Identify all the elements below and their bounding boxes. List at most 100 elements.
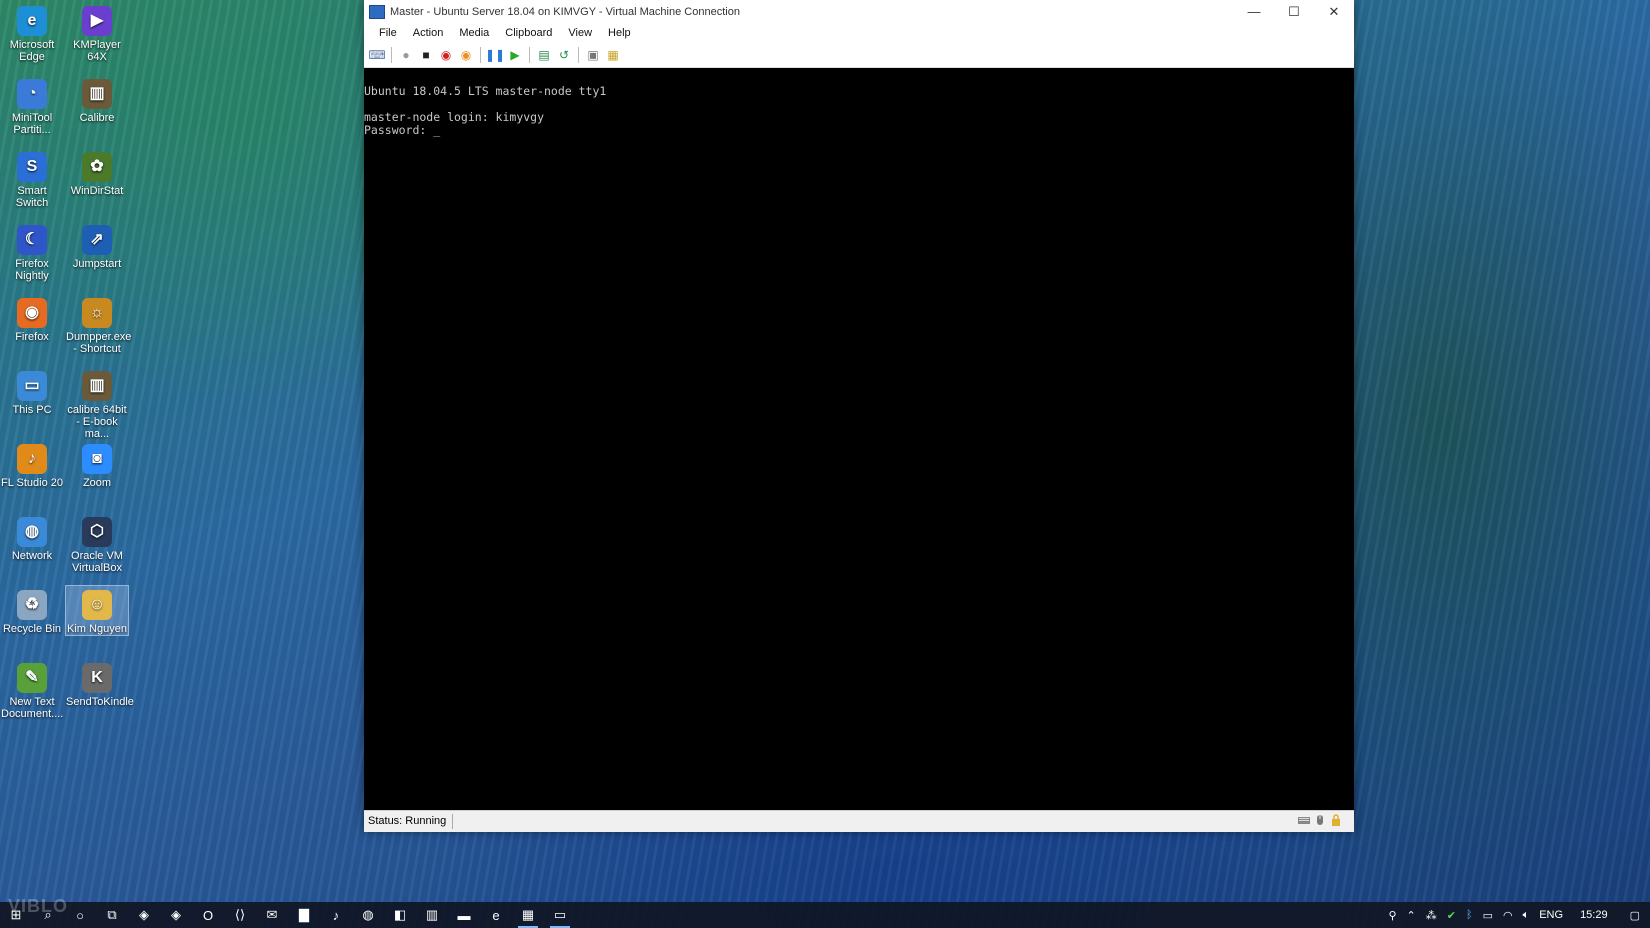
- bluetooth-icon[interactable]: ᛒ: [1461, 909, 1478, 921]
- checkpoint-icon[interactable]: ▤: [535, 46, 553, 64]
- hyperv-manager-icon[interactable]: ▦: [512, 902, 544, 928]
- volume-icon[interactable]: 🔈︎: [1518, 909, 1535, 922]
- desktop-icon[interactable]: ☺ Kim Nguyen: [65, 585, 129, 636]
- vm-connection-icon: [369, 4, 385, 19]
- status-bar: Status: Running: [364, 810, 1354, 832]
- desktop-icon-label: Kim Nguyen: [67, 623, 127, 635]
- desktop-icon[interactable]: ♪ FL Studio 20: [1, 440, 63, 489]
- save-icon[interactable]: ◉: [457, 46, 475, 64]
- turn-off-icon[interactable]: ■: [417, 46, 435, 64]
- kmplayer-icon: ▶: [82, 6, 112, 36]
- desktop-icon[interactable]: e Microsoft Edge: [1, 2, 63, 63]
- sticky-notes-icon[interactable]: ▇: [288, 902, 320, 928]
- ctrl-alt-del-icon[interactable]: ⌨: [368, 46, 386, 64]
- network-status-icon[interactable]: ⁂: [1421, 909, 1442, 922]
- network-icon: ◍: [17, 517, 47, 547]
- desktop-icon-label: Network: [11, 550, 53, 562]
- language-indicator[interactable]: ENG: [1534, 909, 1568, 921]
- desktop-icon[interactable]: ♻ Recycle Bin: [1, 586, 63, 635]
- pause-icon[interactable]: ❚❚: [485, 46, 505, 64]
- desktop-icon[interactable]: ▭ This PC: [1, 367, 63, 416]
- menu-media[interactable]: Media: [451, 27, 497, 39]
- system-tray: ⚲ ⌃ ⁂ ✔ ᛒ ▭ ◠ 🔈︎ ENG 15:29 ▢: [1383, 902, 1650, 928]
- minimize-button[interactable]: —: [1234, 0, 1274, 23]
- this-pc-icon: ▭: [17, 371, 47, 401]
- edge-icon[interactable]: e: [480, 902, 512, 928]
- mouse-icon: [1317, 815, 1323, 825]
- menu-help[interactable]: Help: [600, 27, 639, 39]
- desktop-icon[interactable]: ✿ WinDirStat: [66, 148, 128, 197]
- title-bar[interactable]: Master - Ubuntu Server 18.04 on KIMVGY -…: [364, 0, 1354, 23]
- task-view-icon[interactable]: ⧉: [96, 902, 128, 928]
- notifications-icon[interactable]: ▢: [1620, 909, 1650, 922]
- share-icon[interactable]: ▦: [604, 46, 622, 64]
- desktop-icon[interactable]: ⬡ Oracle VM VirtualBox: [66, 513, 128, 574]
- brave-icon[interactable]: ◈: [128, 902, 160, 928]
- desktop-icon-label: Microsoft Edge: [9, 39, 55, 63]
- menu-file[interactable]: File: [371, 27, 405, 39]
- resume-icon[interactable]: ▶: [506, 46, 524, 64]
- revert-icon[interactable]: ↺: [555, 46, 573, 64]
- desktop-icon[interactable]: ☾ Firefox Nightly: [1, 221, 63, 282]
- clock[interactable]: 15:29: [1568, 909, 1620, 921]
- status-text: Status: Running: [364, 814, 454, 829]
- desktop-icon[interactable]: ▶ KMPlayer 64X: [66, 2, 128, 63]
- brave-beta-icon[interactable]: ◈: [160, 902, 192, 928]
- enhanced-session-icon[interactable]: ▣: [584, 46, 602, 64]
- wifi-icon[interactable]: ◠: [1498, 909, 1518, 922]
- maximize-button[interactable]: ☐: [1274, 0, 1314, 23]
- window-title: Master - Ubuntu Server 18.04 on KIMVGY -…: [390, 5, 740, 18]
- jumpstart-icon: ⇗: [82, 225, 112, 255]
- desktop-icon-label: KMPlayer 64X: [73, 39, 121, 63]
- calibre64-icon: ▥: [82, 371, 112, 401]
- desktop-icon-label: calibre 64bit - E-book ma...: [67, 404, 127, 440]
- desktop-icon[interactable]: ☼ Dumpper.exe - Shortcut: [66, 294, 131, 355]
- desktop-icon-label: WinDirStat: [70, 185, 124, 197]
- keyboard-icon: [1298, 817, 1310, 824]
- kindle-icon: K: [82, 663, 112, 693]
- console-line: Password: _: [364, 123, 441, 137]
- people-icon[interactable]: ⚲: [1383, 909, 1401, 922]
- show-hidden-icons-icon[interactable]: ⌃: [1402, 909, 1421, 922]
- menu-clipboard[interactable]: Clipboard: [497, 27, 560, 39]
- security-icon[interactable]: ✔: [1442, 909, 1461, 922]
- toolbar-separator: [391, 47, 392, 63]
- start-icon[interactable]: ●: [397, 46, 415, 64]
- vscode-icon[interactable]: ⟨⟩: [224, 902, 256, 928]
- desktop-icon[interactable]: K SendToKindle: [66, 659, 134, 708]
- desktop-icon-label: Firefox Nightly: [15, 258, 49, 282]
- desktop-icon[interactable]: ⇗ Jumpstart: [66, 221, 128, 270]
- dumpper-icon: ☼: [82, 298, 112, 328]
- desktop-icon[interactable]: ◉ Firefox: [1, 294, 63, 343]
- opera-icon[interactable]: O: [192, 902, 224, 928]
- fl-studio-icon: ♪: [17, 444, 47, 474]
- desktop-icon[interactable]: ◔ MiniTool Partiti...: [1, 75, 63, 136]
- desktop-icon[interactable]: ▥ Calibre: [66, 75, 128, 124]
- user-folder-icon: ☺: [82, 590, 112, 620]
- desktop-icon-label: Zoom: [82, 477, 112, 489]
- desktop-icon-label: Calibre: [79, 112, 115, 124]
- fl-studio-icon[interactable]: ♪: [320, 902, 352, 928]
- cortana-icon[interactable]: ○: [64, 902, 96, 928]
- file-explorer-icon[interactable]: ▬: [448, 902, 480, 928]
- close-button[interactable]: ✕: [1314, 0, 1354, 23]
- menu-view[interactable]: View: [560, 27, 600, 39]
- toolbar-separator: [578, 47, 579, 63]
- smart-switch-icon: S: [17, 152, 47, 182]
- mail-icon[interactable]: ✉: [256, 902, 288, 928]
- battery-icon[interactable]: ▭: [1478, 909, 1498, 922]
- spotify-icon[interactable]: ◍: [352, 902, 384, 928]
- vm-connection-icon[interactable]: ▭: [544, 902, 576, 928]
- desktop-icon-label: New Text Document....: [1, 696, 64, 720]
- desktop-icon[interactable]: ▥ calibre 64bit - E-book ma...: [66, 367, 128, 440]
- desktop-icon[interactable]: S Smart Switch: [1, 148, 63, 209]
- menu-action[interactable]: Action: [405, 27, 452, 39]
- desktop-icon[interactable]: ✎ New Text Document....: [1, 659, 63, 720]
- desktop-icon[interactable]: ◍ Network: [1, 513, 63, 562]
- vm-console[interactable]: Ubuntu 18.04.5 LTS master-node tty1 maste…: [364, 68, 1354, 810]
- vm-connection-window[interactable]: Master - Ubuntu Server 18.04 on KIMVGY -…: [364, 0, 1354, 832]
- office-icon[interactable]: ◧: [384, 902, 416, 928]
- calibre-icon[interactable]: ▥: [416, 902, 448, 928]
- shut-down-icon[interactable]: ◉: [437, 46, 455, 64]
- desktop-icon[interactable]: ◙ Zoom: [66, 440, 128, 489]
